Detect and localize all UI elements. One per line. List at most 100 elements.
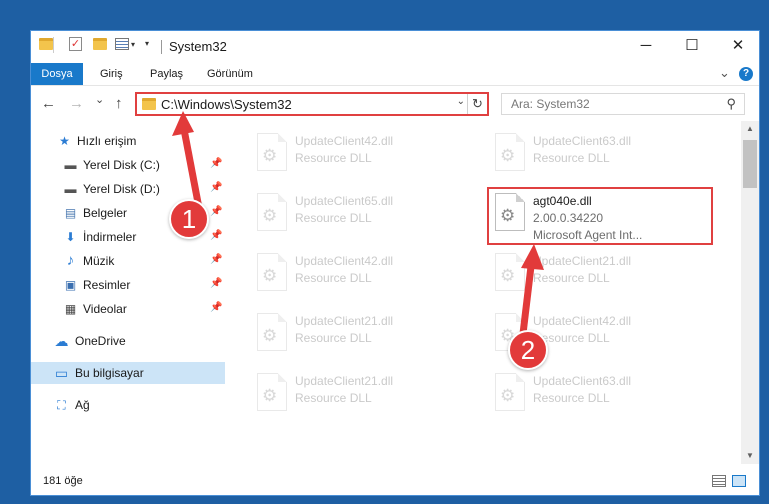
address-dropdown-icon[interactable]: ⌄ — [457, 96, 465, 107]
search-icon[interactable]: ⚲ — [726, 96, 736, 112]
video-icon: ▦ — [64, 302, 77, 316]
title-bar: ✓ ▾ ▾ System32 ─ ☐ ✕ — [31, 31, 759, 63]
file-name: agt040e.dll — [533, 194, 592, 208]
nav-label: Ağ — [75, 398, 90, 412]
ribbon-collapse-icon[interactable]: ⌄ — [719, 65, 730, 81]
file-tile[interactable]: ⚙ UpdateClient21.dll Resource DLL — [487, 249, 717, 305]
view-properties-icon[interactable] — [115, 38, 129, 50]
window-title: System32 — [169, 39, 227, 54]
nav-item-onedrive[interactable]: ☁ OneDrive — [31, 330, 225, 352]
nav-label: Belgeler — [83, 206, 128, 220]
maximize-button[interactable]: ☐ — [669, 31, 715, 61]
nav-item-local-disk-d[interactable]: ▬ Yerel Disk (D:) 📌 — [31, 178, 225, 200]
nav-item-quick-access[interactable]: ★ Hızlı erişim — [31, 130, 225, 152]
dll-file-icon: ⚙ — [257, 193, 287, 231]
music-icon: ♪ — [66, 252, 75, 269]
file-type: Resource DLL — [533, 271, 610, 285]
search-box[interactable]: Ara: System32 ⚲ — [501, 93, 745, 115]
minimize-button[interactable]: ─ — [623, 31, 669, 61]
dll-file-icon: ⚙ — [257, 253, 287, 291]
file-name: UpdateClient21.dll — [533, 254, 632, 268]
file-tile[interactable]: ⚙ UpdateClient63.dll Resource DLL — [487, 369, 717, 425]
tab-gorunum[interactable]: Görünüm — [207, 63, 253, 85]
item-count: 181 öğe — [43, 475, 83, 487]
dll-file-icon: ⚙ — [495, 253, 525, 291]
download-icon: ⬇ — [65, 230, 76, 244]
pin-icon: 📌 — [210, 182, 223, 193]
drive-icon: ▬ — [64, 182, 77, 196]
dll-file-icon: ⚙ — [257, 373, 287, 411]
file-tile[interactable]: ⚙ UpdateClient42.dll Resource DLL — [249, 129, 479, 185]
refresh-button[interactable]: ↻ — [467, 94, 487, 114]
file-type: Resource DLL — [295, 211, 372, 225]
nav-item-pictures[interactable]: ▣ Resimler 📌 — [31, 274, 225, 296]
pin-icon: 📌 — [210, 206, 223, 217]
chevron-down-icon: ▾ — [131, 40, 136, 49]
nav-label: Yerel Disk (C:) — [83, 158, 160, 172]
address-path[interactable]: C:\Windows\System32 — [161, 97, 292, 112]
tab-giris[interactable]: Giriş — [100, 63, 123, 85]
file-type: Resource DLL — [295, 151, 372, 165]
recent-locations-button[interactable]: ⌄ — [95, 93, 104, 106]
title-separator — [161, 40, 162, 54]
folder-icon[interactable] — [39, 38, 53, 50]
large-icons-view-icon[interactable] — [732, 475, 746, 487]
file-tile[interactable]: ⚙ UpdateClient21.dll Resource DLL — [249, 369, 479, 425]
back-button[interactable]: ← — [41, 95, 56, 112]
scroll-down-icon[interactable]: ▼ — [741, 448, 759, 464]
address-bar[interactable]: C:\Windows\System32 ⌄ ↻ — [135, 92, 489, 116]
dll-file-icon: ⚙ — [257, 313, 287, 351]
file-company: Microsoft Agent Int... — [533, 228, 643, 242]
pictures-icon: ▣ — [64, 278, 77, 292]
details-view-icon[interactable] — [712, 475, 726, 487]
pin-icon: 📌 — [210, 158, 223, 169]
dll-file-icon: ⚙ — [495, 133, 525, 171]
file-tile[interactable]: ⚙ UpdateClient21.dll Resource DLL — [249, 309, 479, 365]
new-folder-icon[interactable] — [93, 38, 107, 50]
documents-icon: ▤ — [64, 206, 77, 220]
nav-label: İndirmeler — [83, 230, 137, 244]
scroll-thumb[interactable] — [743, 140, 757, 188]
status-bar: 181 öğe — [31, 468, 759, 495]
vertical-scrollbar[interactable]: ▲ ▼ — [741, 121, 759, 464]
file-name: UpdateClient63.dll — [533, 374, 632, 388]
divider — [53, 37, 54, 53]
nav-item-music[interactable]: ♪ Müzik 📌 — [31, 250, 225, 272]
pin-icon: 📌 — [210, 302, 223, 313]
file-tile[interactable]: ⚙ UpdateClient42.dll Resource DLL — [249, 249, 479, 305]
properties-check-icon[interactable]: ✓ — [69, 37, 82, 51]
file-name: UpdateClient42.dll — [295, 134, 394, 148]
drive-icon: ▬ — [64, 158, 77, 172]
file-type: Resource DLL — [295, 391, 372, 405]
file-name: UpdateClient42.dll — [295, 254, 394, 268]
nav-item-network[interactable]: ⛶ Ağ — [31, 394, 225, 416]
nav-item-videos[interactable]: ▦ Videolar 📌 — [31, 298, 225, 320]
file-tile[interactable]: ⚙ UpdateClient63.dll Resource DLL — [487, 129, 717, 185]
file-tile[interactable]: ⚙ UpdateClient65.dll Resource DLL — [249, 189, 479, 245]
file-name: UpdateClient63.dll — [533, 134, 632, 148]
forward-button[interactable]: → — [69, 95, 84, 112]
nav-label: OneDrive — [75, 334, 126, 348]
step-2-callout: 2 — [508, 330, 548, 370]
close-button[interactable]: ✕ — [715, 31, 759, 61]
dll-file-icon: ⚙ — [495, 193, 525, 231]
help-icon[interactable]: ? — [739, 67, 753, 81]
tab-dosya[interactable]: Dosya — [31, 63, 83, 85]
nav-label: Bu bilgisayar — [75, 366, 144, 380]
up-button[interactable]: ↑ — [115, 95, 123, 112]
file-tile-agt040e[interactable]: ⚙ agt040e.dll 2.00.0.34220 Microsoft Age… — [487, 189, 717, 245]
pin-icon: 📌 — [210, 230, 223, 241]
file-list: ⚙ UpdateClient42.dll Resource DLL ⚙ Upda… — [225, 121, 741, 464]
file-type: Resource DLL — [533, 151, 610, 165]
tab-paylas[interactable]: Paylaş — [150, 63, 183, 85]
dll-file-icon: ⚙ — [495, 373, 525, 411]
nav-label: Resimler — [83, 278, 131, 292]
quick-access-dropdown[interactable]: ▾ — [145, 39, 149, 48]
ribbon-tabs: Dosya Giriş Paylaş Görünüm ⌄ ? — [31, 63, 759, 85]
scroll-up-icon[interactable]: ▲ — [741, 121, 759, 137]
file-name: UpdateClient65.dll — [295, 194, 394, 208]
folder-icon — [142, 98, 156, 110]
nav-item-this-pc[interactable]: ▭ Bu bilgisayar — [31, 362, 225, 384]
nav-item-local-disk-c[interactable]: ▬ Yerel Disk (C:) 📌 — [31, 154, 225, 176]
pin-icon: 📌 — [210, 254, 223, 265]
